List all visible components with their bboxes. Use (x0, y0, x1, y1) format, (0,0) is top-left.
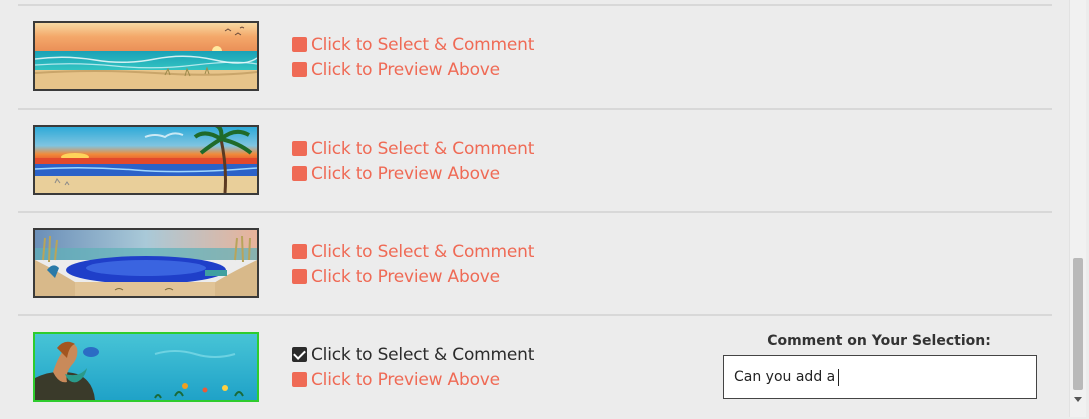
painting-image-cove-beach (35, 230, 257, 296)
scroll-down-arrow-icon[interactable] (1074, 397, 1082, 402)
painting-image-palm-sunset (35, 127, 257, 193)
square-icon (292, 62, 307, 77)
painting-thumbnail-palm-sunset[interactable] (33, 125, 259, 195)
preview-above-label: Click to Preview Above (311, 59, 500, 80)
painting-thumbnail-mermaid-sea[interactable] (33, 332, 259, 402)
painting-thumbnail-cove-beach[interactable] (33, 228, 259, 298)
vertical-scrollbar[interactable] (1069, 0, 1086, 417)
selection-row-2: Click to Select & Comment Click to Previ… (18, 110, 1052, 213)
square-icon (292, 269, 307, 284)
preview-above-link[interactable]: Click to Preview Above (292, 264, 534, 289)
square-icon (292, 141, 307, 156)
select-and-comment-label: Click to Select & Comment (311, 138, 535, 159)
preview-above-label: Click to Preview Above (311, 266, 500, 287)
selection-links-1: Click to Select & Comment Click to Previ… (292, 32, 534, 82)
scrollbar-thumb[interactable] (1073, 258, 1083, 390)
square-icon (292, 244, 307, 259)
comment-label: Comment on Your Selection: (767, 333, 991, 349)
select-and-comment-label: Click to Select & Comment (311, 241, 535, 262)
comment-input[interactable]: Can you add a (723, 355, 1037, 399)
selection-row-3: Click to Select & Comment Click to Previ… (18, 213, 1052, 316)
select-and-comment-label: Click to Select & Comment (311, 34, 535, 55)
preview-above-label: Click to Preview Above (311, 369, 500, 390)
preview-above-link[interactable]: Click to Preview Above (292, 161, 534, 186)
text-caret (838, 368, 840, 386)
square-icon (292, 372, 307, 387)
select-and-comment-link[interactable]: Click to Select & Comment (292, 32, 534, 57)
preview-above-link[interactable]: Click to Preview Above (292, 57, 534, 82)
painting-thumbnail-sunset-waves[interactable] (33, 21, 259, 91)
selection-links-3: Click to Select & Comment Click to Previ… (292, 239, 534, 289)
selection-links-2: Click to Select & Comment Click to Previ… (292, 136, 534, 186)
select-and-comment-link[interactable]: Click to Select & Comment (292, 136, 534, 161)
preview-above-label: Click to Preview Above (311, 163, 500, 184)
painting-image-sunset-waves (35, 23, 257, 89)
selection-links-4: Click to Select & Comment Click to Previ… (292, 342, 534, 392)
select-and-comment-link[interactable]: Click to Select & Comment (292, 342, 534, 367)
select-and-comment-link[interactable]: Click to Select & Comment (292, 239, 534, 264)
checkbox-checked-icon (292, 347, 307, 362)
select-and-comment-label: Click to Select & Comment (311, 344, 535, 365)
painting-image-mermaid-sea (35, 334, 257, 400)
comment-input-value: Can you add a (734, 369, 836, 385)
square-icon (292, 166, 307, 181)
preview-above-link[interactable]: Click to Preview Above (292, 367, 534, 392)
square-icon (292, 37, 307, 52)
selection-row-1: Click to Select & Comment Click to Previ… (18, 6, 1052, 109)
